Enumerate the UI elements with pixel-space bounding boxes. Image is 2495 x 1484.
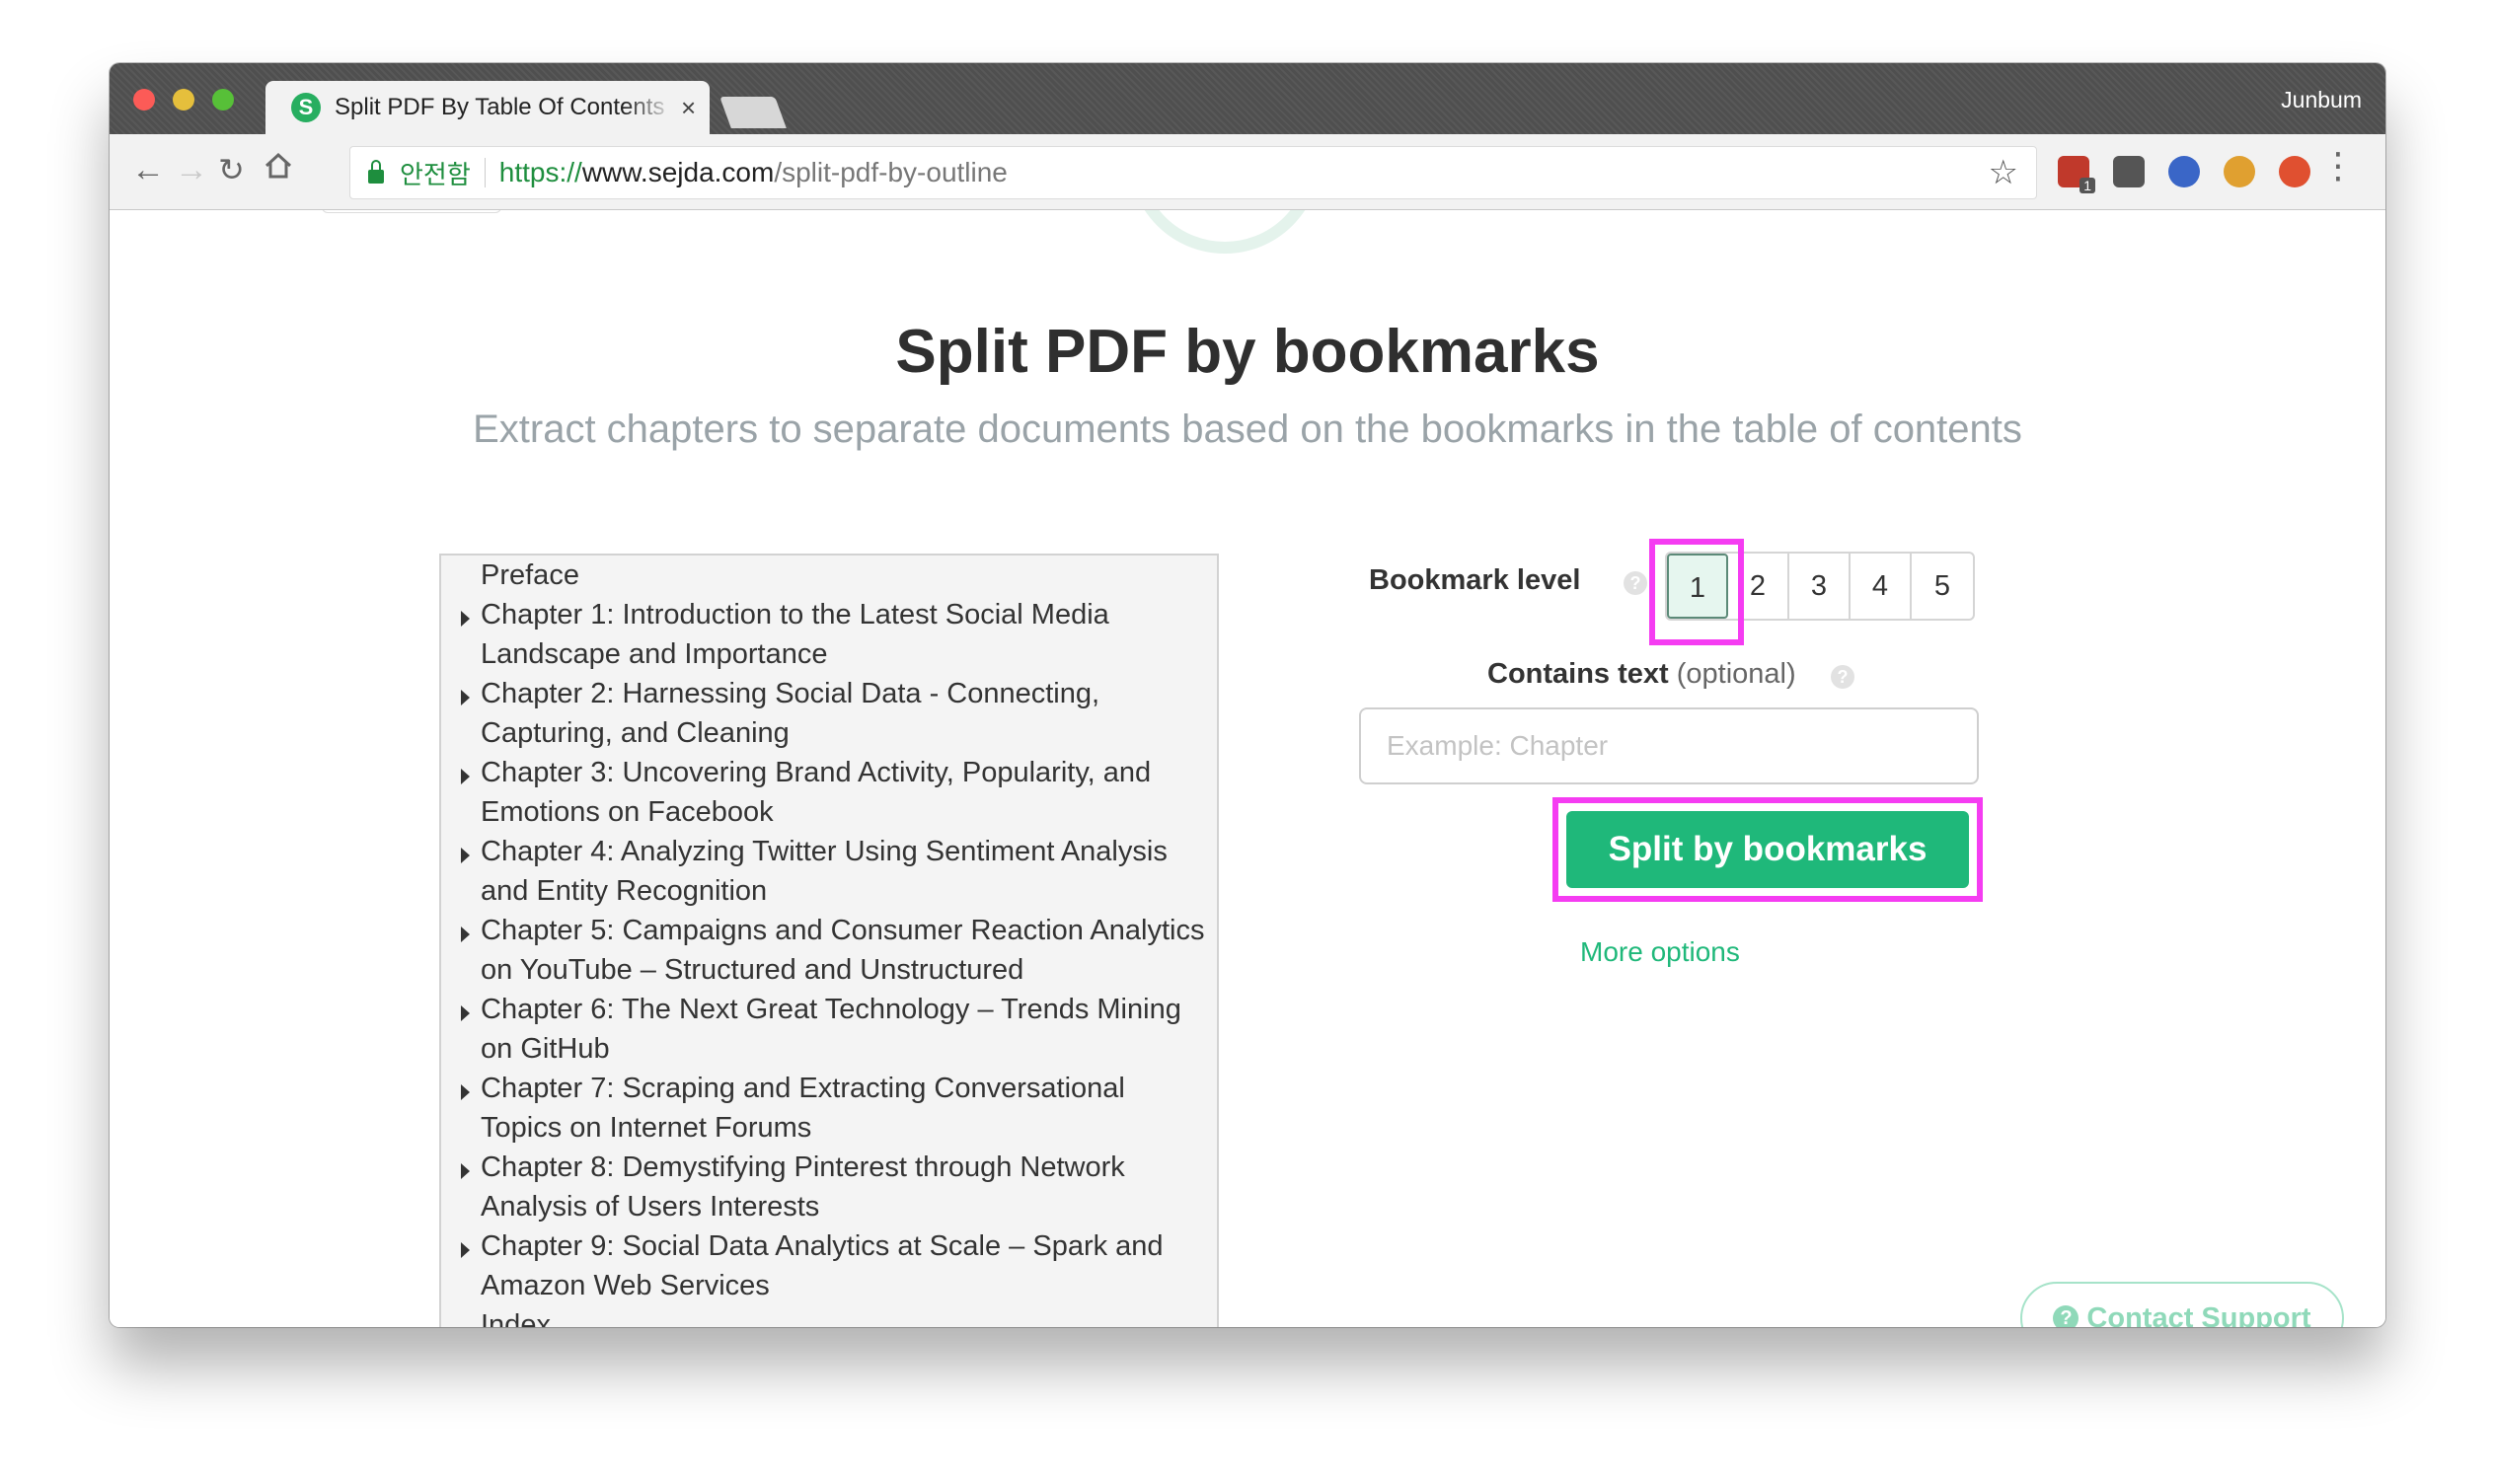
browser-window: S Split PDF By Table Of Contents × Junbu… bbox=[110, 63, 2385, 1327]
contains-text-title: Contains text bbox=[1487, 658, 1669, 690]
browser-toolbar: ← → ↻ 안전함 https:// www.sejda.com /split-… bbox=[110, 134, 2385, 210]
outline-item-label: Chapter 5: Campaigns and Consumer Reacti… bbox=[481, 915, 1205, 986]
address-bar[interactable]: 안전함 https:// www.sejda.com /split-pdf-by… bbox=[349, 146, 2037, 199]
lightbulb-extension-icon[interactable] bbox=[2113, 156, 2145, 187]
page-title: Split PDF by bookmarks bbox=[895, 318, 1600, 386]
minimize-window-button[interactable] bbox=[173, 89, 194, 111]
expand-caret-icon[interactable] bbox=[461, 611, 470, 627]
upload-area-edge bbox=[322, 210, 501, 213]
sejda-favicon-icon: S bbox=[291, 93, 321, 122]
optional-label: (optional) bbox=[1676, 658, 1796, 690]
tab-title: Split PDF By Table Of Contents bbox=[335, 94, 665, 120]
url-path: /split-pdf-by-outline bbox=[774, 157, 1008, 187]
tab-close-icon[interactable]: × bbox=[681, 93, 696, 123]
help-circle-icon: ? bbox=[2053, 1305, 2079, 1327]
rocket-extension-icon[interactable] bbox=[2279, 156, 2310, 187]
maximize-window-button[interactable] bbox=[212, 89, 234, 111]
cookie-extension-icon[interactable] bbox=[2224, 156, 2255, 187]
outline-item[interactable]: Chapter 6: The Next Great Technology – T… bbox=[441, 990, 1217, 1069]
outline-item[interactable]: Chapter 9: Social Data Analytics at Scal… bbox=[441, 1226, 1217, 1305]
reload-icon[interactable]: ↻ bbox=[218, 150, 245, 189]
tab-active[interactable]: S Split PDF By Table Of Contents × bbox=[265, 81, 710, 134]
outline-item[interactable]: Chapter 8: Demystifying Pinterest throug… bbox=[441, 1148, 1217, 1226]
back-arrow-icon[interactable]: ← bbox=[131, 150, 165, 189]
star-icon[interactable]: ☆ bbox=[1989, 153, 2018, 192]
secure-label: 안전함 bbox=[400, 160, 471, 190]
tab-strip: S Split PDF By Table Of Contents × Junbu… bbox=[110, 63, 2385, 134]
globe-extension-icon[interactable] bbox=[2168, 156, 2200, 187]
home-icon[interactable] bbox=[263, 150, 294, 190]
outline-item[interactable]: Chapter 5: Campaigns and Consumer Reacti… bbox=[441, 911, 1217, 990]
expand-caret-icon[interactable] bbox=[461, 1005, 470, 1021]
page-content: Split PDF by bookmarks Extract chapters … bbox=[110, 210, 2385, 1327]
level-highlight-box bbox=[1649, 539, 1744, 645]
page-subtitle: Extract chapters to separate documents b… bbox=[473, 408, 2022, 451]
outline-item-label: Chapter 6: The Next Great Technology – T… bbox=[481, 994, 1181, 1065]
outline-item[interactable]: Chapter 3: Uncovering Brand Activity, Po… bbox=[441, 753, 1217, 832]
outline-item[interactable]: Chapter 7: Scraping and Extracting Conve… bbox=[441, 1069, 1217, 1148]
lock-icon bbox=[368, 160, 384, 184]
bookmark-level-option[interactable]: 5 bbox=[1912, 554, 1973, 619]
expand-caret-icon[interactable] bbox=[461, 769, 470, 784]
outline-item-label: Chapter 2: Harnessing Social Data - Conn… bbox=[481, 678, 1100, 749]
contact-support-button[interactable]: ? Contact Support bbox=[2020, 1282, 2344, 1327]
contact-support-label: Contact Support bbox=[2086, 1301, 2311, 1328]
more-vert-icon[interactable]: ⋮ bbox=[2320, 146, 2356, 186]
help-icon[interactable]: ? bbox=[1831, 665, 1854, 689]
new-tab-button[interactable] bbox=[719, 97, 787, 128]
outline-item[interactable]: Preface bbox=[441, 556, 1217, 595]
expand-caret-icon[interactable] bbox=[461, 1242, 470, 1258]
profile-name[interactable]: Junbum bbox=[2281, 87, 2362, 113]
expand-caret-icon[interactable] bbox=[461, 690, 470, 705]
contains-text-input[interactable] bbox=[1359, 707, 1979, 784]
outline-item[interactable]: Chapter 4: Analyzing Twitter Using Senti… bbox=[441, 832, 1217, 911]
outline-item[interactable]: Chapter 1: Introduction to the Latest So… bbox=[441, 595, 1217, 674]
split-by-bookmarks-button[interactable]: Split by bookmarks bbox=[1566, 811, 1969, 888]
bookmark-outline-list[interactable]: Preface Chapter 1: Introduction to the La… bbox=[439, 554, 1219, 1327]
outline-item[interactable]: Index bbox=[441, 1305, 1217, 1327]
help-icon[interactable]: ? bbox=[1624, 571, 1647, 595]
close-window-button[interactable] bbox=[133, 89, 155, 111]
bookmark-level-option[interactable]: 4 bbox=[1851, 554, 1912, 619]
extension-badge: 1 bbox=[2079, 178, 2095, 193]
outline-item[interactable]: Chapter 2: Harnessing Social Data - Conn… bbox=[441, 674, 1217, 753]
expand-caret-icon[interactable] bbox=[461, 848, 470, 863]
outline-item-label: Preface bbox=[481, 559, 579, 591]
outline-item-label: Chapter 1: Introduction to the Latest So… bbox=[481, 599, 1109, 670]
outline-item-label: Chapter 8: Demystifying Pinterest throug… bbox=[481, 1151, 1125, 1223]
outline-item-label: Chapter 4: Analyzing Twitter Using Senti… bbox=[481, 836, 1168, 907]
outline-item-label: Index bbox=[481, 1309, 551, 1327]
url-scheme: https:// bbox=[498, 157, 582, 187]
outline-item-label: Chapter 9: Social Data Analytics at Scal… bbox=[481, 1230, 1164, 1301]
outline-item-label: Chapter 7: Scraping and Extracting Conve… bbox=[481, 1073, 1125, 1144]
forward-arrow-icon[interactable]: → bbox=[175, 150, 208, 189]
expand-caret-icon[interactable] bbox=[461, 1163, 470, 1179]
ublock-extension-icon[interactable]: 1 bbox=[2058, 156, 2095, 193]
more-options-link[interactable]: More options bbox=[1580, 936, 1740, 968]
bookmark-level-label: Bookmark level bbox=[1369, 564, 1581, 596]
outline-item-label: Chapter 3: Uncovering Brand Activity, Po… bbox=[481, 757, 1152, 828]
contains-text-label: Contains text (optional) bbox=[1487, 658, 1796, 691]
sejda-logo-icon bbox=[1129, 210, 1321, 254]
bookmark-level-option[interactable]: 3 bbox=[1789, 554, 1851, 619]
url-host: www.sejda.com bbox=[581, 157, 775, 187]
expand-caret-icon[interactable] bbox=[461, 1084, 470, 1100]
expand-caret-icon[interactable] bbox=[461, 927, 470, 942]
